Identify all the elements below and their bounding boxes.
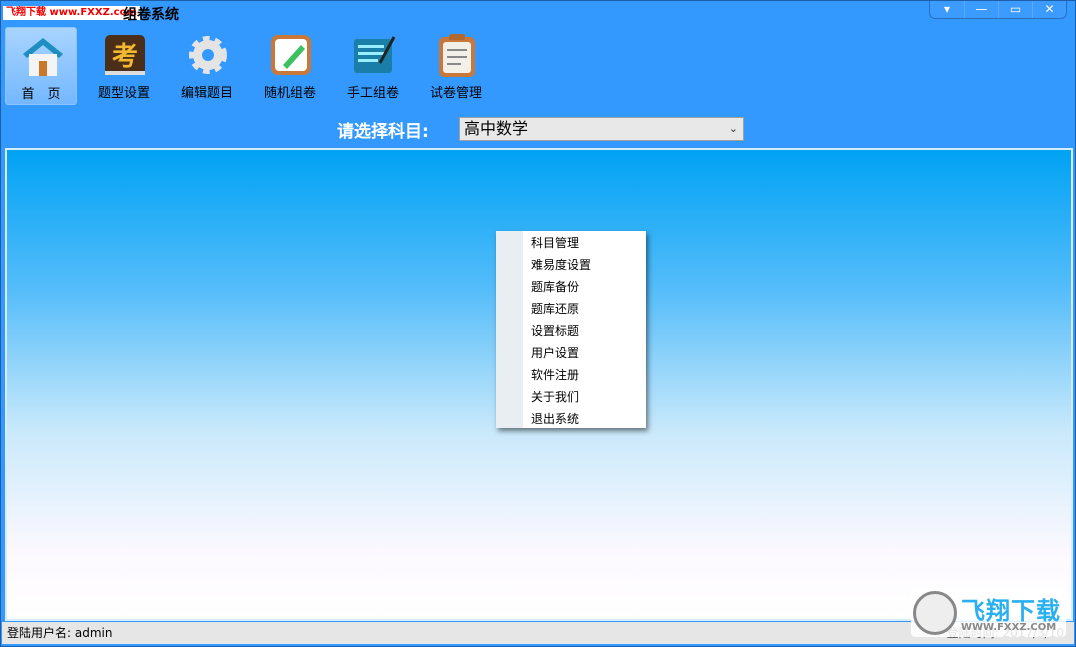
toolbar-manual-paper[interactable]: 手工组卷: [337, 27, 409, 105]
menu-item-exit[interactable]: 退出系统: [496, 408, 646, 430]
login-user: 登陆用户名: admin: [7, 626, 113, 640]
toolbar-label: 首 页: [21, 87, 61, 102]
toolbar-paper-management[interactable]: 试卷管理: [420, 27, 492, 105]
subject-label: 请选择科目:: [337, 122, 429, 142]
minimize-button[interactable]: —: [964, 1, 998, 18]
home-icon: [23, 38, 63, 76]
subject-value: 高中数学: [464, 119, 529, 138]
logo-name: 飞翔下载: [961, 597, 1061, 625]
menu-item-subject-management[interactable]: 科目管理: [496, 232, 646, 254]
pencil-paper-icon: [271, 35, 311, 75]
toolbar-label: 试卷管理: [429, 86, 482, 101]
toolbar-label: 随机组卷: [263, 86, 316, 101]
toolbar-random-paper[interactable]: 随机组卷: [254, 27, 326, 105]
watermark: 飞翔下载 www.FXXZ.com: [3, 6, 140, 20]
menu-item-difficulty-settings[interactable]: 难易度设置: [496, 254, 646, 276]
toolbar: 首 页 考 题型设置 编辑题目 随机组卷 手工组卷 试卷管理: [5, 27, 503, 105]
toolbar-label: 编辑题目: [180, 86, 233, 101]
menu-item-user-settings[interactable]: 用户设置: [496, 342, 646, 364]
window-title: 组卷系统: [123, 7, 179, 23]
menu-item-restore[interactable]: 题库还原: [496, 298, 646, 320]
site-logo: 飞翔下载 WWW.FXXZ.COM: [911, 589, 1066, 637]
close-button[interactable]: ✕: [1032, 1, 1066, 18]
gear-icon: [189, 36, 227, 74]
context-menu: 科目管理 难易度设置 题库备份 题库还原 设置标题 用户设置 软件注册 关于我们…: [496, 231, 646, 428]
exam-book-icon: 考: [105, 35, 145, 75]
menu-item-set-title[interactable]: 设置标题: [496, 320, 646, 342]
title-bar: 飞翔下载 www.FXXZ.com 组卷系统 ▾ — ▭ ✕: [1, 1, 1075, 25]
menu-dropdown-button[interactable]: ▾: [930, 1, 964, 18]
app-window: 飞翔下载 www.FXXZ.com 组卷系统 ▾ — ▭ ✕ 首 页 考 题型设…: [0, 0, 1076, 647]
toolbar-question-type[interactable]: 考 题型设置: [88, 27, 160, 105]
toolbar-home[interactable]: 首 页: [5, 27, 77, 105]
toolbar-edit-questions[interactable]: 编辑题目: [171, 27, 243, 105]
toolbar-label: 手工组卷: [346, 86, 399, 101]
svg-text:考: 考: [112, 42, 138, 72]
notepad-pen-icon: [354, 36, 396, 73]
menu-item-backup[interactable]: 题库备份: [496, 276, 646, 298]
menu-item-about[interactable]: 关于我们: [496, 386, 646, 408]
clipboard-icon: [439, 34, 475, 77]
logo-emblem-icon: [913, 591, 957, 635]
menu-item-register[interactable]: 软件注册: [496, 364, 646, 386]
chevron-down-icon: ⌄: [728, 122, 738, 135]
logo-url: WWW.FXXZ.COM: [961, 622, 1057, 633]
subject-select[interactable]: 高中数学 ⌄: [459, 117, 744, 141]
maximize-button[interactable]: ▭: [998, 1, 1032, 18]
toolbar-label: 题型设置: [97, 86, 150, 101]
